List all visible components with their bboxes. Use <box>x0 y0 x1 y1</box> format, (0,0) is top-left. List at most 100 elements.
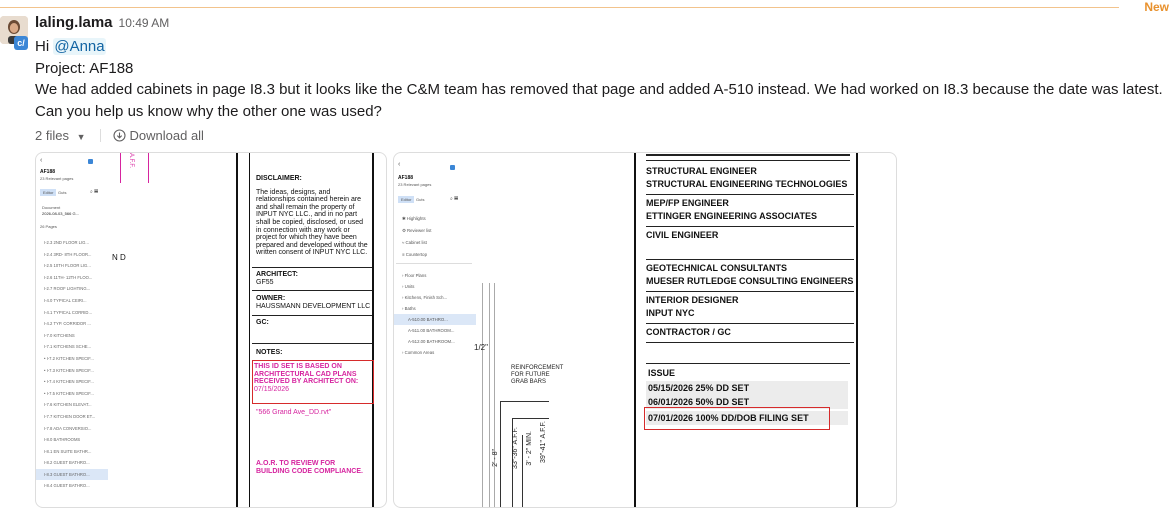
sidebar-page-item[interactable]: I-2.3 2ND FLOOR LIG... <box>36 237 108 249</box>
consultant-entry: CIVIL ENGINEER <box>646 227 854 260</box>
revit-file-note: "566 Grand Ave_DD.rvt" <box>256 409 332 416</box>
consultants-block: STRUCTURAL ENGINEER STRUCTURAL ENGINEERIN… <box>646 163 854 343</box>
sheet-border <box>634 153 636 507</box>
document-select[interactable]: 2026-08-03_566 G... <box>42 211 79 216</box>
download-all-label: Download all <box>129 128 204 143</box>
sidebar-page-item[interactable]: • I-7.4 KITCHEN SPECIF... <box>36 376 108 388</box>
sidebar-page-item[interactable]: I-2.7 ROOF LIGHTING... <box>36 283 108 295</box>
back-chevron-icon[interactable]: ‹ <box>398 161 400 168</box>
sidebar-subtitle: 23 Relevant pages <box>40 176 74 181</box>
sidebar-page-item[interactable]: • I-7.3 KITCHEN SPECIF... <box>36 365 108 377</box>
sidebar-subtitle: 23 Relevant pages <box>398 182 432 187</box>
pages-count-label: 26 Pages <box>40 224 57 229</box>
sidebar-page-item[interactable]: I-7.1 KITCHENS SCHE... <box>36 341 108 353</box>
files-separator <box>99 129 101 142</box>
back-chevron-icon[interactable]: ‹ <box>40 157 42 164</box>
panel-icon[interactable] <box>450 165 455 170</box>
sidebar-title: AF188 <box>398 175 414 181</box>
gc-label: GC: <box>256 319 269 326</box>
message-body: Hi @Anna Project: AF188 We had added cab… <box>35 36 1165 122</box>
consultant-role: MEP/FP ENGINEER <box>646 198 729 208</box>
greeting-text: Hi <box>35 38 50 55</box>
sidebar-menu-item[interactable]: ✱ Highlights <box>394 213 476 225</box>
consultant-entry: CONTRACTOR / GC <box>646 324 854 343</box>
sidebar-page-item[interactable]: • I-7.2 KITCHEN SPECIF... <box>36 353 108 365</box>
document-label: Document <box>42 205 61 210</box>
panel-icon[interactable] <box>88 159 93 164</box>
sidebar-page-item[interactable]: I-8.2 GUEST BATHRO... <box>36 457 108 469</box>
sidebar-tree-item[interactable]: › Floor Plans <box>394 270 476 281</box>
dim-label: 3' - 2" MIN. <box>526 431 533 466</box>
tab-guts[interactable]: Guts <box>58 190 66 195</box>
author-name[interactable]: laling.lama <box>35 14 113 31</box>
sidebar-page-item[interactable]: I-7.8 ADA CONVERSIO... <box>36 423 108 435</box>
caret-down-icon: ▼ <box>76 132 86 142</box>
files-count-toggle[interactable]: 2 files ▼ <box>35 128 86 143</box>
consultant-name: ETTINGER ENGINEERING ASSOCIATES <box>646 211 818 221</box>
sidebar-page-item[interactable]: I-7.0 KITCHENS <box>36 330 108 342</box>
consultant-role: CONTRACTOR / GC <box>646 327 731 337</box>
new-messages-label: New <box>1144 0 1169 14</box>
sidebar-page-item[interactable]: I-2.6 11TH- 12TH FLOO... <box>36 272 108 284</box>
disclaimer-title: DISCLAIMER: <box>256 175 302 182</box>
consultant-name: STRUCTURAL ENGINEERING TECHNOLOGIES <box>646 179 848 189</box>
file-thumbnail-1[interactable]: ‹ AF188 23 Relevant pages Editor Guts ⌕ … <box>35 152 387 508</box>
plan-label: N D <box>112 253 126 262</box>
files-count-label: 2 files <box>35 128 69 143</box>
consultant-entry: STRUCTURAL ENGINEER STRUCTURAL ENGINEERIN… <box>646 163 854 195</box>
page-list: I-2.3 2ND FLOOR LIG... I-2.4 3RD- 8TH FL… <box>36 237 108 492</box>
issue-row: 05/15/2026 25% DD SET <box>646 381 848 395</box>
sidebar-page-item[interactable]: I-7.6 KITCHEN ELEVAT... <box>36 399 108 411</box>
message-timestamp[interactable]: 10:49 AM <box>119 16 170 30</box>
sidebar-menu-item[interactable]: ≡ Countertop <box>394 249 476 261</box>
consultant-role: STRUCTURAL ENGINEER <box>646 166 757 176</box>
sidebar-page-item[interactable]: I-8.0 BATHROOMS <box>36 434 108 446</box>
sidebar-page-item[interactable]: I-4.2 TYP. CORRIDOR ... <box>36 318 108 330</box>
new-messages-divider <box>0 7 1119 8</box>
sidebar-menu-item[interactable]: ≈ Cabinet list <box>394 237 476 249</box>
highlight-box <box>644 407 830 430</box>
sidebar-tree-item[interactable]: › Kitchens, Finish Sch... <box>394 292 476 303</box>
sheet-border <box>372 153 374 507</box>
sidebar-page-item[interactable]: I-8.3 GUEST BATHRO... <box>36 468 108 481</box>
sidebar-page-item[interactable]: I-7.7 KITCHEN DOOR ET... <box>36 411 108 423</box>
viewer-sidebar: ‹ AF188 23 Relevant pages Editor Guts ⌕ … <box>36 153 108 507</box>
file-thumbnail-2[interactable]: ‹ AF188 23 Relevant pages Editor Guts ⌕ … <box>393 152 897 508</box>
sidebar-tree-item[interactable]: › Units <box>394 281 476 292</box>
title-rule <box>252 315 372 316</box>
sidebar-page-item[interactable]: I-4.0 TYPICAL CEIRI... <box>36 295 108 307</box>
consultant-role: INTERIOR DESIGNER <box>646 295 739 305</box>
tab-editor[interactable]: Editor <box>398 196 415 203</box>
sidebar-tree-item[interactable]: › Baths <box>394 303 476 314</box>
consultant-role: CIVIL ENGINEER <box>646 230 719 240</box>
consultant-name: MUESER RUTLEDGE CONSULTING ENGINEERS <box>646 276 854 286</box>
download-all-button[interactable]: Download all <box>112 128 204 143</box>
consultant-entry: MEP/FP ENGINEER ETTINGER ENGINEERING ASSO… <box>646 195 854 227</box>
sidebar-page-item[interactable]: I-4.1 TYPICAL CORRID... <box>36 307 108 319</box>
title-block: DISCLAIMER: The ideas, designs, and rela… <box>256 175 368 257</box>
sidebar-tree-item[interactable]: › Common Areas <box>394 347 476 358</box>
consultant-entry: GEOTECHNICAL CONSULTANTS MUESER RUTLEDGE … <box>646 260 854 292</box>
aff-label: A.F.F. <box>128 153 134 169</box>
message-header: laling.lama 10:49 AM <box>35 14 169 31</box>
sidebar-tree-item[interactable]: A-511.00 BATHROOM... <box>394 325 476 336</box>
sidebar-menu-item[interactable]: ⚙ Reviewer list <box>394 225 476 237</box>
consultant-name: INPUT NYC <box>646 308 695 318</box>
architect-label: ARCHITECT: <box>256 271 298 278</box>
sidebar-page-item[interactable]: I-2.5 10TH FLOOR LIG... <box>36 260 108 272</box>
tab-guts[interactable]: Guts <box>416 197 424 202</box>
sheet-border <box>856 153 858 507</box>
tab-editor[interactable]: Editor <box>40 189 57 196</box>
sheet-border <box>249 153 250 507</box>
consultant-entry: INTERIOR DESIGNER INPUT NYC <box>646 292 854 324</box>
sidebar-tree-item[interactable]: A-510.00 BATHRO... <box>394 314 476 325</box>
sidebar-page-item[interactable]: • I-7.5 KITCHEN SPECIF... <box>36 388 108 400</box>
search-icon[interactable]: ⌕ ▤ <box>90 189 98 195</box>
sidebar-page-item[interactable]: I-8.1 EN SUITE BATHR... <box>36 446 108 458</box>
notes-label: NOTES: <box>256 349 283 356</box>
search-icon[interactable]: ⌕ ▤ <box>450 196 458 202</box>
sidebar-page-item[interactable]: I-2.4 3RD- 8TH FLOOR... <box>36 249 108 261</box>
sidebar-page-item[interactable]: I-8.4 GUEST BATHRO... <box>36 480 108 492</box>
user-mention[interactable]: @Anna <box>53 38 106 55</box>
sidebar-tree-item[interactable]: A-512.00 BATHROOM... <box>394 336 476 347</box>
